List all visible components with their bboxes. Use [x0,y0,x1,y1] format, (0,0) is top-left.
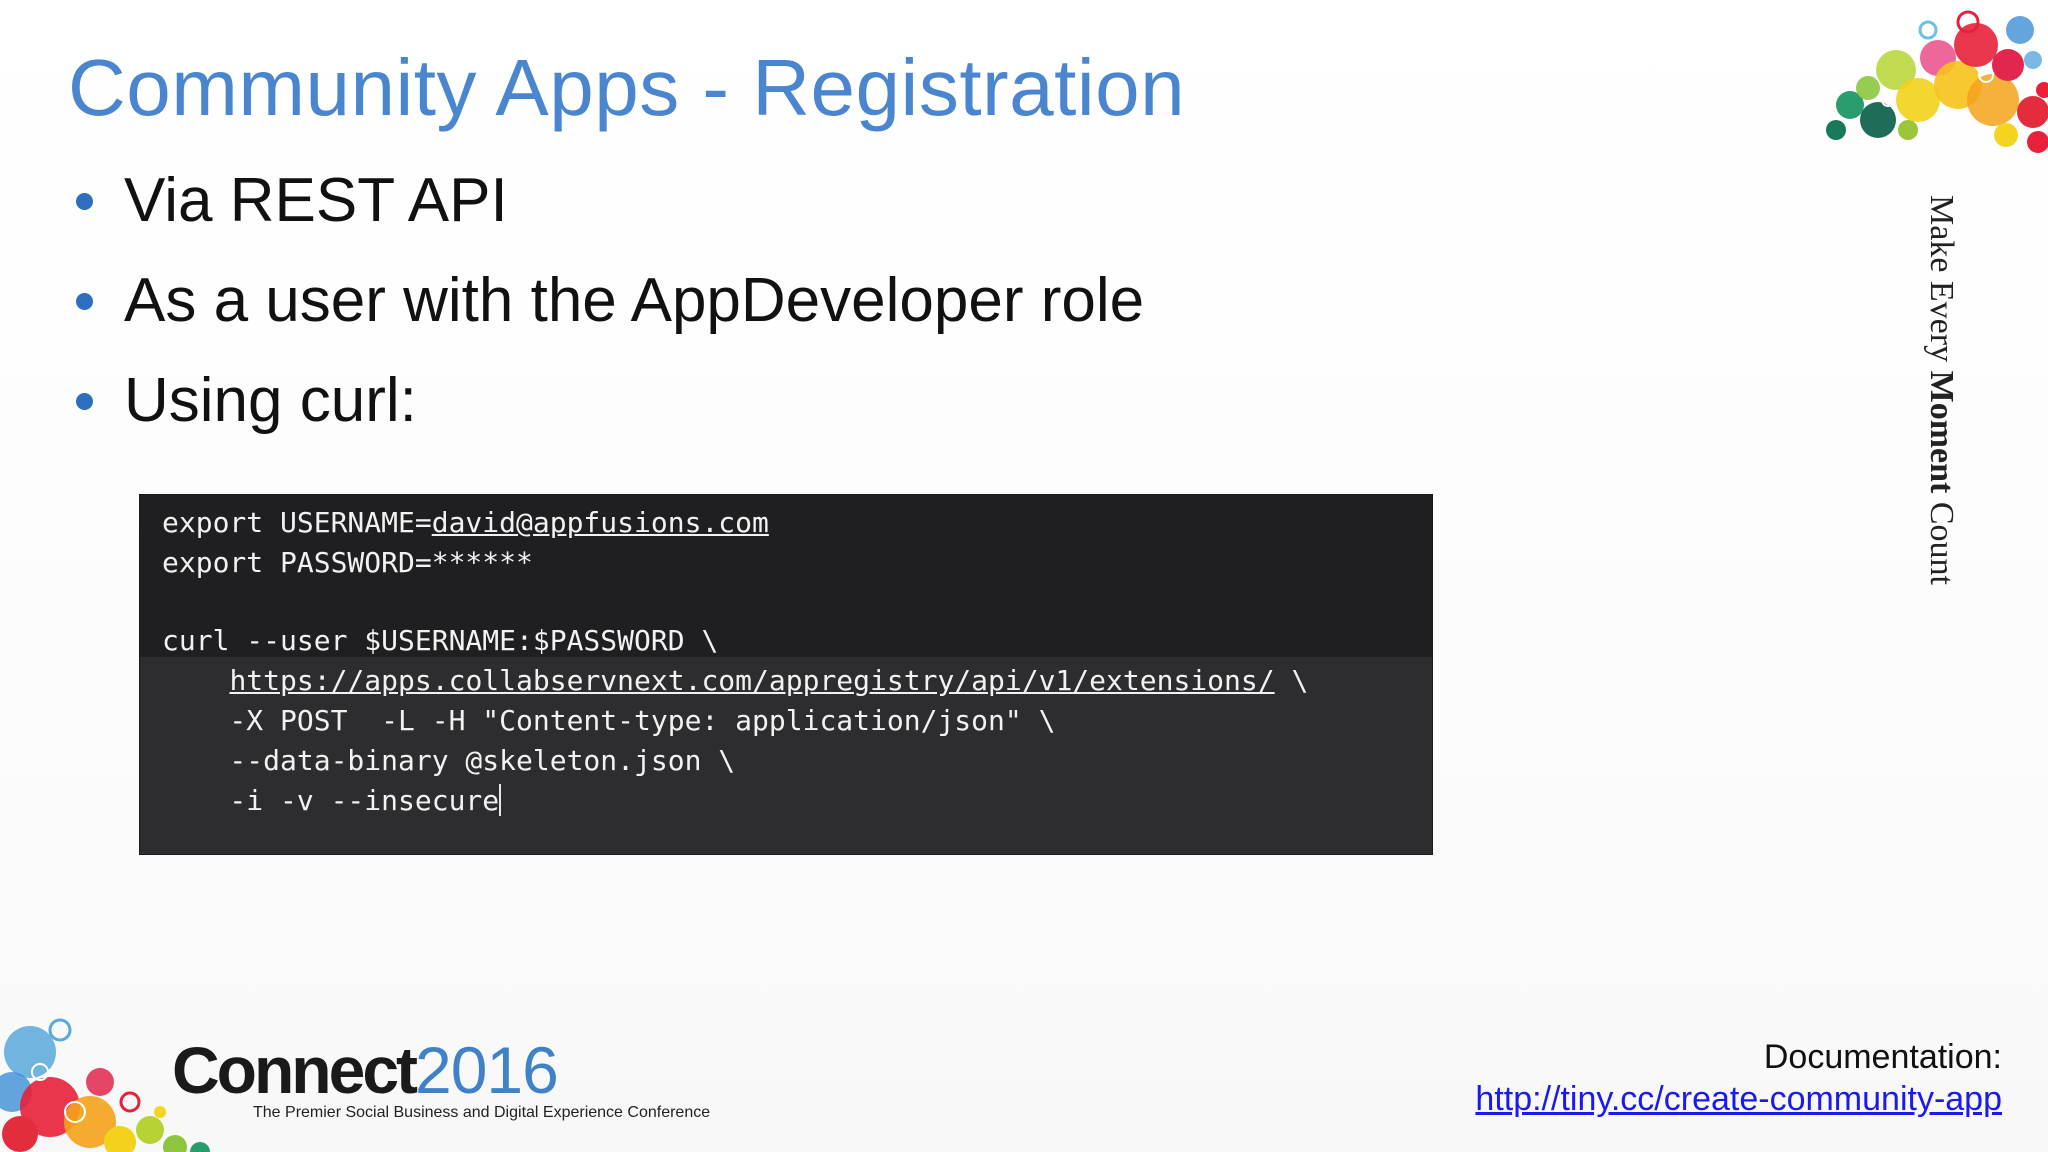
bullet-item: Via REST API [72,162,1144,262]
brand-year: 2016 [415,1033,559,1107]
bullet-text: Using curl: [124,366,417,435]
code-line: curl --user $USERNAME:$PASSWORD \ [162,623,718,659]
documentation-label: Documentation: [1763,1038,2002,1076]
brand-subtitle: The Premier Social Business and Digital … [253,1104,711,1121]
tagline-text: Count [1923,493,1960,585]
bullet-dot-icon [76,293,93,310]
code-api-link[interactable]: https://apps.collabservnext.com/appregis… [229,664,1274,697]
bullet-dot-icon [76,393,93,410]
code-block: export USERNAME=david@appfusions.com exp… [139,494,1433,855]
code-text: export PASSWORD=****** [162,546,533,579]
brand-name: Connect [172,1033,418,1107]
code-text: --data-binary @skeleton.json \ [162,744,736,777]
code-line: --data-binary @skeleton.json \ [162,743,735,779]
bullet-text: Via REST API [124,166,508,235]
slide: Community Apps - Registration Via REST A… [0,0,2048,1152]
code-line: -X POST -L -H "Content-type: application… [162,703,1055,739]
code-line: export PASSWORD=****** [162,545,533,581]
code-line: -i -v --insecure [162,783,502,819]
text-cursor-icon [499,784,502,816]
tagline-text: Make Every [1923,195,1960,371]
code-text: export USERNAME= [162,506,432,539]
slide-title: Community Apps - Registration [68,43,1186,132]
bubbles-logo-top-right [1826,10,2048,153]
bullet-item: Using curl: [72,362,1144,462]
code-text: -i -v --insecure [162,784,500,817]
code-text: curl --user $USERNAME:$PASSWORD \ [162,624,719,657]
bullet-list: Via REST API As a user with the AppDevel… [72,162,1144,462]
code-text: -X POST -L -H "Content-type: application… [162,704,1056,737]
code-line: export USERNAME=david@appfusions.com [162,505,769,541]
documentation-link[interactable]: http://tiny.cc/create-community-app [1475,1080,2002,1119]
connect-logo: Connect2016 [172,1032,559,1108]
code-line: https://apps.collabservnext.com/appregis… [162,663,1308,699]
tagline-bold-text: Moment [1923,370,1960,494]
code-email-link[interactable]: david@appfusions.com [432,506,769,539]
vertical-tagline: Make Every Moment Count [1920,195,1960,655]
bullet-text: As a user with the AppDeveloper role [124,266,1145,335]
code-text: \ [1274,664,1309,697]
bullet-dot-icon [76,193,93,210]
bullet-item: As a user with the AppDeveloper role [72,262,1144,362]
